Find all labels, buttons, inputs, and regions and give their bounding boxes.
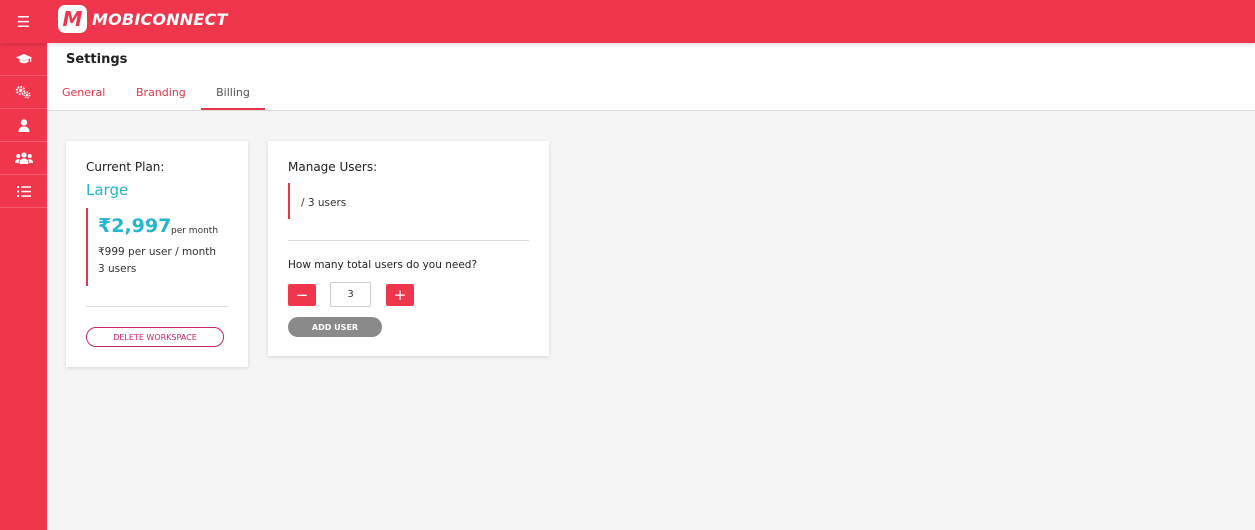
manage-users-card: Manage Users: / 3 users How many total u… bbox=[268, 141, 549, 356]
sidebar-item-settings[interactable] bbox=[0, 76, 47, 109]
users-question: How many total users do you need? bbox=[288, 259, 478, 271]
add-user-button[interactable]: ADD USER bbox=[288, 317, 382, 337]
list-icon bbox=[16, 185, 31, 197]
price-period: per month bbox=[171, 226, 219, 236]
logo[interactable]: M MOBICONNECT bbox=[58, 4, 228, 34]
tab-billing[interactable]: Billing bbox=[201, 80, 265, 110]
manage-users-label: Manage Users: bbox=[288, 160, 378, 174]
divider bbox=[288, 240, 529, 241]
users-group-icon bbox=[14, 152, 33, 164]
users-quantity-input[interactable]: 3 bbox=[330, 282, 371, 307]
plan-users-count: 3 users bbox=[98, 263, 137, 275]
hamburger-menu-icon[interactable]: ☰ bbox=[0, 0, 47, 43]
page-title: Settings bbox=[66, 52, 128, 67]
top-bar: ☰ M MOBICONNECT bbox=[0, 0, 1255, 43]
tab-general[interactable]: General bbox=[62, 86, 105, 99]
user-icon bbox=[18, 118, 29, 132]
price-details: ₹2,997 per month ₹999 per user / month 3… bbox=[86, 208, 236, 286]
delete-workspace-button[interactable]: DELETE WORKSPACE bbox=[86, 327, 224, 347]
divider bbox=[86, 306, 228, 307]
increase-users-button[interactable]: + bbox=[386, 284, 414, 306]
sidebar-item-courses[interactable] bbox=[0, 43, 47, 76]
tab-branding[interactable]: Branding bbox=[136, 86, 186, 99]
gears-icon bbox=[15, 85, 31, 99]
current-plan-card: Current Plan: Large ₹2,997 per month ₹99… bbox=[66, 141, 248, 367]
graduation-cap-icon bbox=[15, 54, 32, 64]
price-per-user: ₹999 per user / month bbox=[98, 246, 217, 258]
sidebar-item-profile[interactable] bbox=[0, 109, 47, 142]
logo-mark: M bbox=[58, 5, 87, 33]
sidebar bbox=[0, 43, 47, 530]
decrease-users-button[interactable]: − bbox=[288, 284, 316, 306]
current-plan-label: Current Plan: bbox=[86, 160, 165, 174]
sidebar-item-users[interactable] bbox=[0, 142, 47, 175]
plan-name: Large bbox=[86, 181, 129, 199]
sidebar-item-list[interactable] bbox=[0, 175, 47, 208]
users-summary: / 3 users bbox=[288, 183, 346, 219]
app-name: MOBICONNECT bbox=[92, 9, 228, 29]
settings-header: Settings General Branding Billing bbox=[47, 43, 1255, 111]
plan-price: ₹2,997 bbox=[98, 215, 172, 237]
